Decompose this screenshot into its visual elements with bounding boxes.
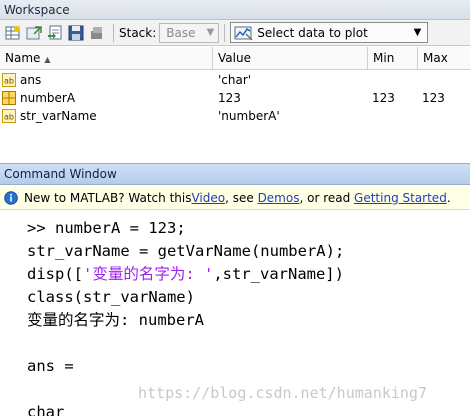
variable-name: numberA (20, 91, 76, 105)
column-header-max[interactable]: Max (418, 47, 470, 69)
new-variable-icon (5, 25, 20, 39)
watermark: https://blog.csdn.net/humanking7 (138, 384, 427, 402)
console-output-line: ans = (27, 357, 74, 375)
column-value-label: Value (218, 51, 251, 65)
char-variable-icon: ab (2, 73, 16, 87)
chevron-down-icon: ▼ (206, 26, 215, 38)
console-code: ,str_varName]) (213, 265, 344, 283)
table-row[interactable]: numberA 123 123 123 (0, 89, 470, 107)
column-header-value[interactable]: Value (213, 47, 368, 69)
stack-label: Stack: (119, 25, 157, 40)
variable-name: str_varName (20, 109, 97, 123)
stack-dropdown[interactable]: Base ▼ (159, 22, 220, 43)
new-variable-button[interactable] (3, 23, 23, 43)
plot-icon (234, 26, 253, 40)
open-selection-icon (26, 25, 42, 39)
table-row[interactable]: ab ans 'char' (0, 71, 470, 89)
plot-selector-dropdown[interactable]: Select data to plot ▼ (230, 22, 429, 43)
import-data-button[interactable] (45, 23, 65, 43)
info-icon (4, 190, 18, 205)
variable-max: 123 (422, 91, 445, 105)
workspace-title: Workspace (0, 0, 470, 20)
console-line: class(str_varName) (27, 288, 195, 306)
variable-value: 'numberA' (218, 109, 280, 123)
getting-started-link[interactable]: Getting Started (354, 191, 447, 205)
save-workspace-button[interactable] (66, 23, 86, 43)
variable-min: 123 (372, 91, 395, 105)
console-line: str_varName = getVarName(numberA); (27, 242, 345, 260)
stack-value: Base (166, 25, 196, 40)
column-header-name[interactable]: Name ▲ (0, 47, 213, 69)
column-header-min[interactable]: Min (368, 47, 418, 69)
workspace-variable-list: ab ans 'char' numberA 123 123 123 ab str… (0, 71, 470, 156)
string-literal: '变量的名字为: ' (83, 265, 214, 283)
sort-ascending-icon: ▲ (44, 55, 51, 64)
banner-text-suffix: . (446, 190, 451, 205)
console-line: disp(['变量的名字为: ',str_varName]) (27, 263, 470, 286)
console-code: disp([ (27, 265, 83, 283)
save-workspace-icon (68, 25, 84, 40)
demos-link[interactable]: Demos (258, 191, 300, 205)
delete-variable-button[interactable] (87, 23, 107, 43)
command-prompt: >> (27, 219, 55, 237)
plot-selector-label: Select data to plot (257, 25, 368, 40)
command-window-title: Command Window (0, 163, 470, 185)
delete-icon (91, 26, 102, 39)
banner-text-prefix: New to MATLAB? Watch this (24, 190, 192, 205)
import-data-icon (48, 25, 62, 39)
console-line: >> numberA = 123; (27, 217, 470, 240)
column-min-label: Min (373, 51, 395, 65)
table-row[interactable]: ab str_varName 'numberA' (0, 107, 470, 125)
numeric-variable-icon (2, 91, 16, 105)
variable-value: 'char' (218, 73, 252, 87)
console-output-line: 变量的名字为: numberA (27, 311, 204, 329)
column-name-label: Name (5, 51, 41, 65)
variable-value: 123 (218, 91, 241, 105)
svg-text:ab: ab (4, 113, 14, 122)
chevron-down-icon: ▼ (413, 27, 422, 38)
banner-text-mid: , or read (299, 190, 355, 205)
banner-text-mid: , see (225, 190, 258, 205)
variable-name: ans (20, 73, 42, 87)
console-code: numberA = 123; (55, 219, 186, 237)
open-variable-button[interactable] (24, 23, 44, 43)
workspace-column-headers: Name ▲ Value Min Max (0, 47, 470, 70)
char-variable-icon: ab (2, 109, 16, 123)
getting-started-banner: New to MATLAB? Watch this Video , see De… (0, 186, 470, 210)
toolbar-separator (113, 23, 114, 42)
svg-text:ab: ab (4, 77, 14, 86)
video-link[interactable]: Video (191, 191, 225, 205)
column-max-label: Max (423, 51, 448, 65)
workspace-toolbar: Stack: Base ▼ Select data to plot ▼ (0, 20, 470, 46)
toolbar-separator (224, 23, 226, 42)
console-output-line: char (27, 403, 65, 416)
